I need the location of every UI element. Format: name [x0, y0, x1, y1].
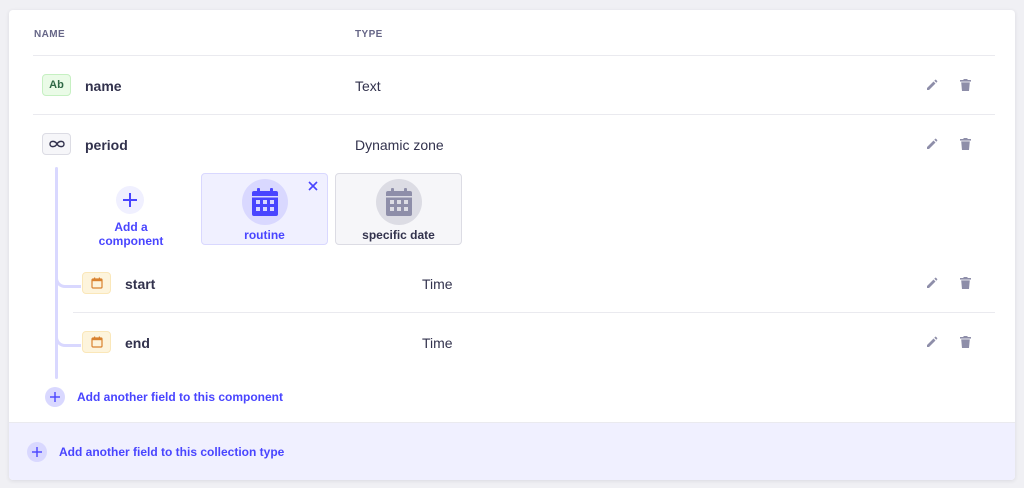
pencil-icon[interactable]	[924, 136, 940, 152]
field-name: name	[85, 78, 122, 94]
infinity-icon	[42, 133, 71, 155]
table-header: NAME TYPE	[33, 10, 995, 56]
field-type: Text	[355, 78, 381, 94]
field-name: end	[125, 335, 150, 351]
table-row-name: Ab name Text	[33, 56, 995, 115]
table-row-end: end Time	[73, 313, 995, 372]
field-name: start	[125, 276, 156, 292]
add-field-to-collection-label: Add another field to this collection typ…	[59, 445, 285, 459]
pencil-icon[interactable]	[924, 334, 940, 350]
field-type: Time	[422, 335, 453, 351]
field-type: Dynamic zone	[355, 137, 444, 153]
column-header-name: NAME	[34, 29, 66, 40]
column-header-type: TYPE	[355, 29, 383, 40]
dynamic-zone-tree-line	[55, 167, 58, 379]
trash-icon[interactable]	[957, 275, 973, 291]
field-type: Time	[422, 276, 453, 292]
calendar-icon	[376, 179, 422, 225]
add-field-to-component-button[interactable]: Add another field to this component	[45, 387, 283, 407]
add-component-button[interactable]: Add a component	[81, 186, 181, 248]
pencil-icon[interactable]	[924, 77, 940, 93]
close-icon[interactable]	[307, 180, 319, 192]
add-field-to-component-label: Add another field to this component	[77, 390, 283, 404]
calendar-icon	[242, 179, 288, 225]
trash-icon[interactable]	[957, 77, 973, 93]
component-label: routine	[244, 228, 285, 242]
date-icon	[82, 272, 111, 294]
table-row-period: period Dynamic zone	[33, 115, 995, 174]
trash-icon[interactable]	[957, 334, 973, 350]
add-component-label: Add a component	[98, 220, 164, 248]
table-row-start: start Time	[73, 254, 995, 313]
panel-footer: Add another field to this collection typ…	[9, 422, 1015, 480]
field-name: period	[85, 137, 128, 153]
text-type-icon: Ab	[42, 74, 71, 96]
pencil-icon[interactable]	[924, 275, 940, 291]
component-label: specific date	[362, 228, 435, 242]
date-icon	[82, 331, 111, 353]
add-field-to-collection-button[interactable]: Add another field to this collection typ…	[27, 442, 284, 462]
plus-icon	[45, 387, 65, 407]
plus-icon	[27, 442, 47, 462]
trash-icon[interactable]	[957, 136, 973, 152]
component-card-routine[interactable]: routine	[201, 173, 328, 245]
plus-icon	[116, 186, 144, 214]
component-card-specific-date[interactable]: specific date	[335, 173, 462, 245]
content-type-fields-panel: NAME TYPE Ab name Text period Dynamic zo…	[9, 10, 1015, 480]
